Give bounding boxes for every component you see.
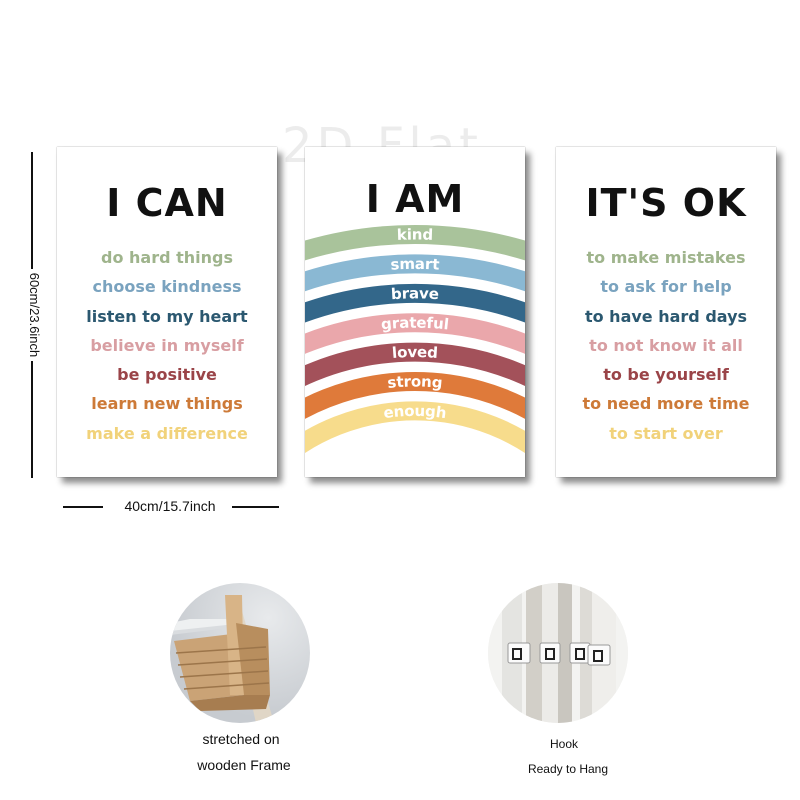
height-dimension-label: 60cm/23.6inch <box>22 215 42 415</box>
hook-illustration <box>488 583 628 723</box>
phrase-list: to make mistakes to ask for help to have… <box>556 243 776 448</box>
phrase: choose kindness <box>92 277 242 297</box>
phrase: be positive <box>117 365 217 385</box>
frame-caption-line-2: wooden Frame <box>197 757 291 773</box>
rainbow-word: loved <box>391 343 438 362</box>
rainbow-band <box>305 401 525 454</box>
phrase: to make mistakes <box>586 248 746 267</box>
phrase: to start over <box>609 423 723 443</box>
poster-title: IT'S OK <box>585 181 747 225</box>
phrase: believe in myself <box>90 335 244 355</box>
wooden-frame-photo <box>170 583 310 723</box>
phrase: to ask for help <box>600 277 732 297</box>
width-dimension-label: 40cm/15.7inch <box>124 498 216 514</box>
poster-title: I CAN <box>106 181 228 225</box>
phrase-list: do hard things choose kindness listen to… <box>57 243 277 448</box>
phrase: to have hard days <box>584 306 748 326</box>
rainbow-word: brave <box>390 284 439 303</box>
phrase: make a difference <box>86 423 248 443</box>
hook-caption-line-2: Ready to Hang <box>527 762 609 776</box>
poster-its-ok: IT'S OK to make mistakes to ask for help… <box>556 147 776 477</box>
phrase: listen to my heart <box>86 306 248 326</box>
phrase: to need more time <box>582 394 750 414</box>
width-dimension-line-left <box>63 506 103 508</box>
phrase: do hard things <box>100 248 233 267</box>
rainbow-word: enough <box>382 402 447 422</box>
rainbow-word: kind <box>397 225 434 243</box>
height-dimension-text: 60cm/23.6inch <box>27 268 42 362</box>
hook-caption-line-1: Hook <box>549 737 578 751</box>
poster-title: I AM <box>365 177 465 221</box>
rainbow-word: smart <box>390 255 440 274</box>
wooden-frame-illustration <box>170 595 274 723</box>
rainbow-word: strong <box>387 372 444 392</box>
frame-caption-line-1: stretched on <box>202 731 280 747</box>
poster-i-can: I CAN do hard things choose kindness lis… <box>57 147 277 477</box>
poster-i-am: kind smart brave grateful loved strong enough … <box>305 147 525 477</box>
phrase: learn new things <box>91 394 243 414</box>
phrase: to be yourself <box>603 365 729 385</box>
phrase: to not know it all <box>589 335 743 355</box>
rainbow-word: grateful <box>380 314 450 334</box>
hook-photo <box>488 583 628 723</box>
